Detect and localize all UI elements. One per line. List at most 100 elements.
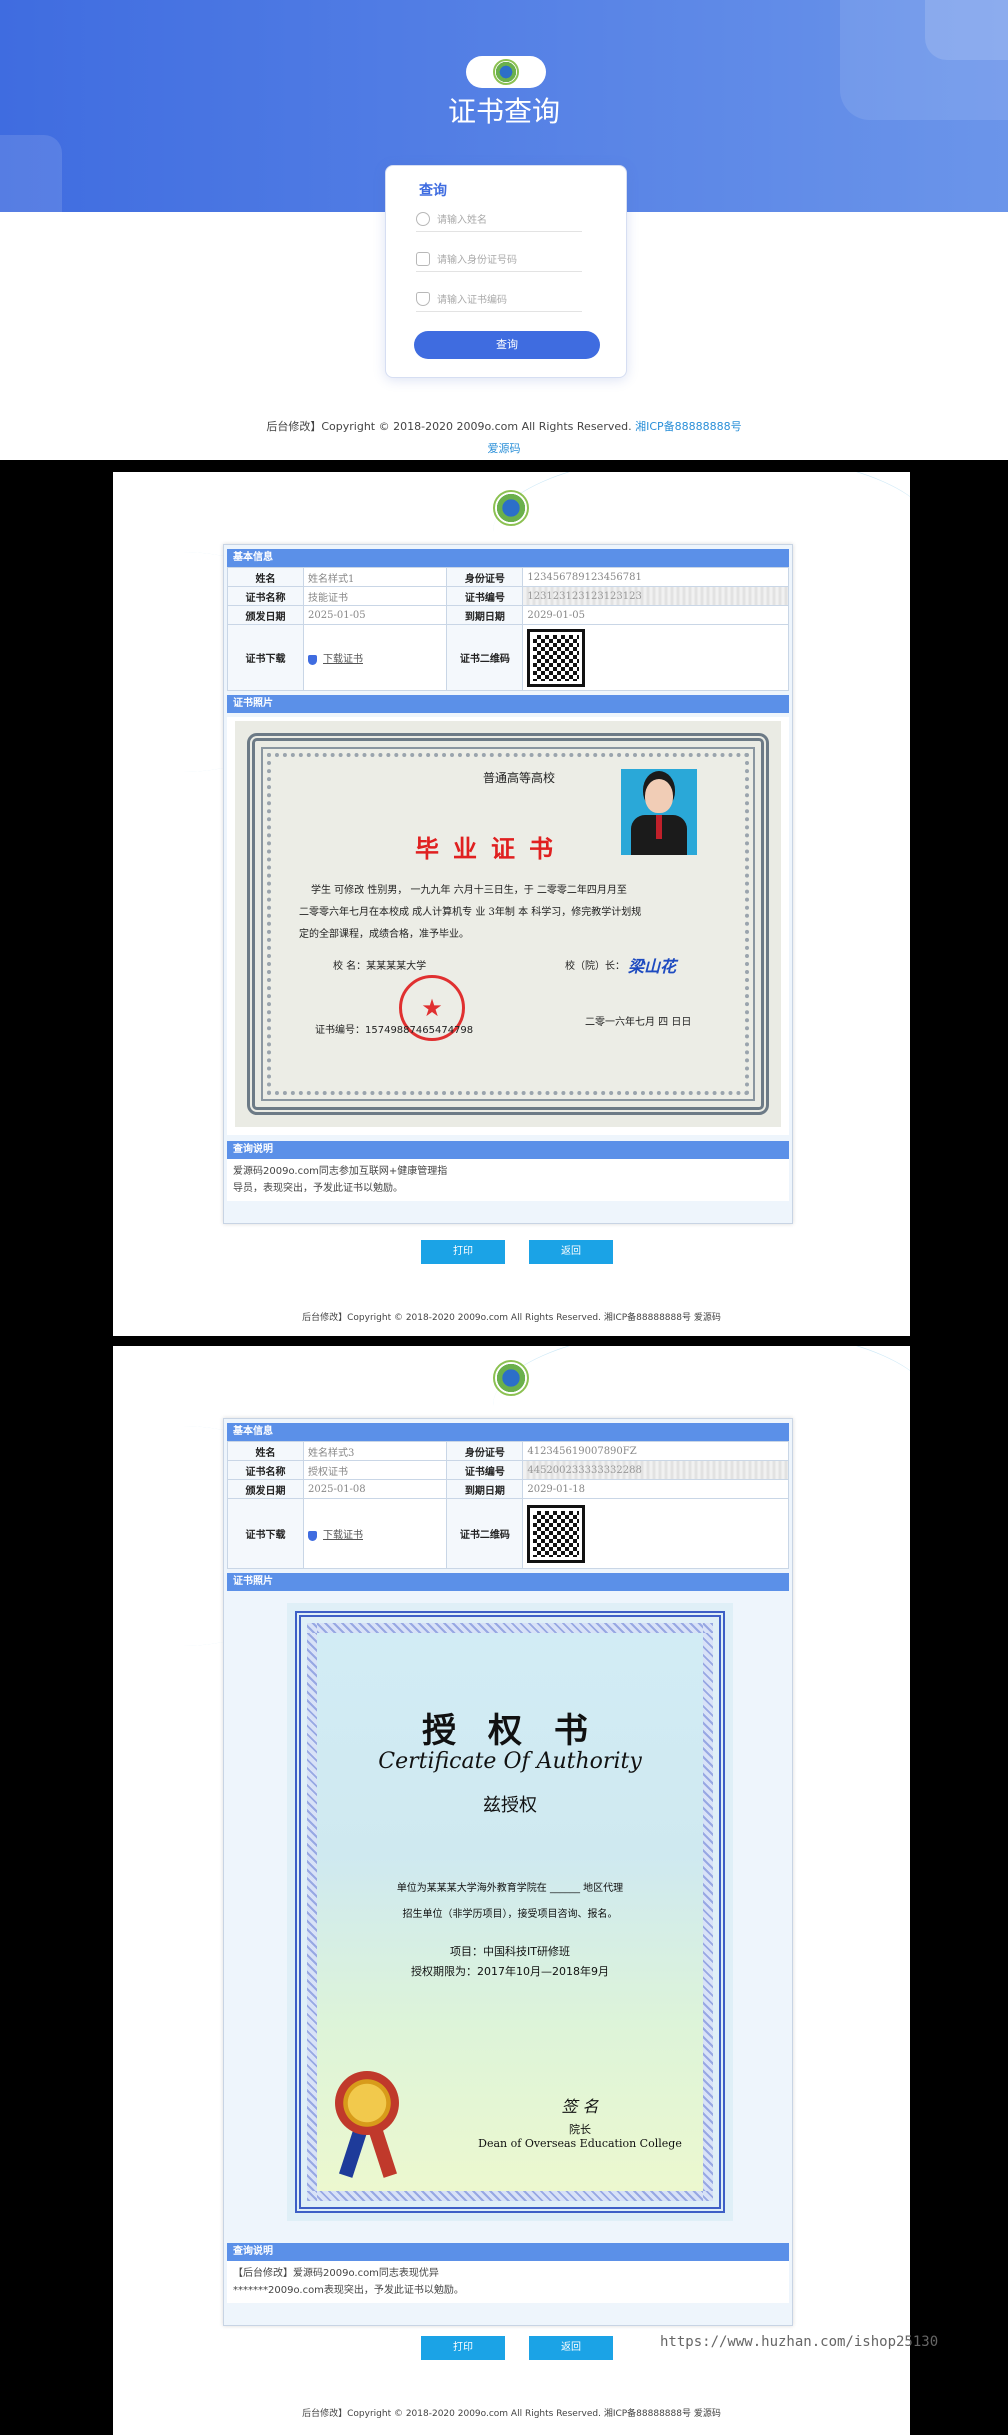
decor-block <box>0 135 62 215</box>
cert-line-2: 招生单位（非学历项目），接受项目咨询、报名。 <box>402 1909 618 1920</box>
page-title: 证书查询 <box>447 95 560 128</box>
portrait-tie <box>656 815 662 839</box>
footer-copyright: 后台修改】Copyright © 2018-2020 2009o.com All… <box>266 420 632 433</box>
download-link[interactable]: 下载证书 <box>323 654 363 665</box>
issue-value: 2025-01-05 <box>302 605 448 625</box>
cert-sign-en: Dean of Overseas Education College <box>478 2137 682 2150</box>
note-text: 【后台修改】爱源码2009o.com同志表现优异 *******2009o.com… <box>227 2261 789 2303</box>
cert-name-label: 证书名称 <box>227 586 304 606</box>
note-line: 【后台修改】爱源码2009o.com同志表现优异 <box>233 2268 439 2279</box>
query-section: 证书查询 查询 请输入姓名 请输入身份证号码 请输入证书编码 查询 后台修改】C… <box>0 0 1008 460</box>
diploma-text-2: 二零零六年七月在本校成 成人计算机专 业 3年制 本 科学习，修完教学计划规 <box>299 907 642 918</box>
cert-no-value: 123123123123123123 <box>522 586 789 606</box>
diploma-text-3: 定的全部课程，成绩合格，准予毕业。 <box>299 929 469 940</box>
cert-line-1: 单位为某某某大学海外教育学院在 ______ 地区代理 <box>396 1883 624 1894</box>
shield-icon <box>416 291 430 306</box>
cert-title: 授 权 书 <box>422 1711 598 1751</box>
download-label: 证书下载 <box>227 624 304 691</box>
note-line: 爱源码2009o.com同志参加互联网+健康管理指 <box>233 1166 448 1177</box>
footer-brand-link[interactable]: 爱源码 <box>0 440 1008 456</box>
id-value: 123456789123456781 <box>522 567 789 587</box>
id-field[interactable]: 请输入身份证号码 <box>416 246 582 272</box>
id-placeholder: 请输入身份证号码 <box>437 255 517 266</box>
cert-field[interactable]: 请输入证书编码 <box>416 286 582 312</box>
emblem-icon <box>493 1360 529 1396</box>
result-card: 基本信息 姓名 姓名样式3 身份证号 412345619007890FZ 证书名称 授权… <box>223 1418 793 2326</box>
cert-project: 项目：中国科技IT研修班 <box>450 1945 570 1958</box>
diploma-school-name: 校 名：某某某某大学 <box>333 961 427 972</box>
expire-value: 2029-01-05 <box>522 605 789 625</box>
cert-no-label: 证书编号 <box>446 1460 524 1480</box>
watermark-url: https://www.huzhan.com/ishop25130 <box>660 2334 939 2350</box>
panel-footer: 后台修改】Copyright © 2018-2020 2009o.com All… <box>302 2409 721 2419</box>
section-header-note: 查询说明 <box>227 2243 789 2261</box>
qr-code <box>527 628 586 687</box>
download-label: 证书下载 <box>227 1498 304 1569</box>
section-header-basic: 基本信息 <box>227 1423 789 1441</box>
back-button[interactable]: 返回 <box>529 1240 613 1264</box>
name-label: 姓名 <box>227 567 304 587</box>
cert-name-value: 授权证书 <box>302 1460 448 1480</box>
section-header-photo: 证书照片 <box>227 695 789 713</box>
back-button[interactable]: 返回 <box>529 2336 613 2360</box>
name-field[interactable]: 请输入姓名 <box>416 206 582 232</box>
name-placeholder: 请输入姓名 <box>437 215 487 226</box>
shield-icon <box>308 1530 317 1541</box>
note-line: 导员，表现突出，予发此证书以勉励。 <box>233 1183 403 1194</box>
cert-no-value: 445200233333332288 <box>522 1460 789 1480</box>
query-button[interactable]: 查询 <box>414 331 600 359</box>
cert-grant: 兹授权 <box>483 1795 537 1816</box>
diploma-school: 普通高等高校 <box>483 771 556 785</box>
qr-code <box>527 1504 586 1563</box>
diploma: 普通高等高校 毕业证书 学生 可修改 性别男， 一九九年 六月十三日生，于 二零… <box>235 721 781 1127</box>
certificate-image: 授 权 书 Certificate Of Authority 兹授权 单位为某某… <box>227 1595 789 2237</box>
result-panel-1: 基本信息 姓名 姓名样式1 身份证号 123456789123456781 证书名称技… <box>113 472 910 1336</box>
issue-label: 颁发日期 <box>227 605 304 625</box>
cert-sign-title: 院长 <box>569 2123 591 2136</box>
diploma-text-1: 学生 可修改 性别男， 一九九年 六月十三日生，于 二零零二年四月月至 <box>311 885 627 896</box>
expire-label: 到期日期 <box>446 1479 524 1499</box>
expire-value: 2029-01-18 <box>522 1479 789 1499</box>
query-form: 查询 请输入姓名 请输入身份证号码 请输入证书编码 查询 <box>385 165 627 378</box>
section-header-basic: 基本信息 <box>227 549 789 567</box>
portrait-head <box>645 779 673 813</box>
cert-subtitle: Certificate Of Authority <box>378 1749 642 1774</box>
note-line: *******2009o.com表现突出，予发此证书以勉励。 <box>233 2285 464 2296</box>
info-table: 姓名 姓名样式3 身份证号 412345619007890FZ 证书名称 授权证书 证书编… <box>227 1441 789 1569</box>
shield-icon <box>308 654 317 665</box>
authority-certificate: 授 权 书 Certificate Of Authority 兹授权 单位为某某… <box>287 1603 733 2221</box>
form-title: 查询 <box>419 183 447 199</box>
issue-label: 颁发日期 <box>227 1479 304 1499</box>
medal-icon <box>335 2071 399 2135</box>
action-buttons: 打印 返回 <box>421 2336 613 2360</box>
action-buttons: 打印 返回 <box>421 1240 613 1264</box>
download-cell: 下载证书 <box>302 624 448 691</box>
info-table: 姓名 姓名样式1 身份证号 123456789123456781 证书名称 技能证书 证书… <box>227 567 789 691</box>
download-link[interactable]: 下载证书 <box>323 1530 363 1541</box>
id-value: 412345619007890FZ <box>522 1441 789 1461</box>
cert-no-label: 证书编号 <box>446 586 524 606</box>
id-card-icon <box>416 251 430 266</box>
diploma-title: 毕业证书 <box>415 834 567 863</box>
emblem-icon <box>493 59 519 85</box>
qr-label: 证书二维码 <box>446 1498 524 1569</box>
section-header-note: 查询说明 <box>227 1141 789 1159</box>
user-icon <box>416 211 430 226</box>
download-cell: 下载证书 <box>302 1498 448 1569</box>
section-header-photo: 证书照片 <box>227 1573 789 1591</box>
cert-period: 授权期限为：2017年10月—2018年9月 <box>411 1965 609 1978</box>
certificate-image: 普通高等高校 毕业证书 学生 可修改 性别男， 一九九年 六月十三日生，于 二零… <box>227 717 789 1135</box>
expire-label: 到期日期 <box>446 605 524 625</box>
name-label: 姓名 <box>227 1441 304 1461</box>
name-value: 姓名样式1 <box>302 567 448 587</box>
diploma-number: 证书编号：15749887465474798 <box>315 1025 474 1036</box>
principal-signature: 梁山花 <box>628 957 677 976</box>
decor-block <box>925 0 1008 60</box>
note-text: 爱源码2009o.com同志参加互联网+健康管理指 导员，表现突出，予发此证书以勉… <box>227 1159 789 1201</box>
print-button[interactable]: 打印 <box>421 2336 505 2360</box>
print-button[interactable]: 打印 <box>421 1240 505 1264</box>
footer-icp-link[interactable]: 湘ICP备88888888号 <box>635 420 742 433</box>
diploma-principal: 校（院）长： <box>565 961 625 972</box>
logo <box>466 56 546 88</box>
cert-signature: 签 名 <box>561 2097 599 2116</box>
